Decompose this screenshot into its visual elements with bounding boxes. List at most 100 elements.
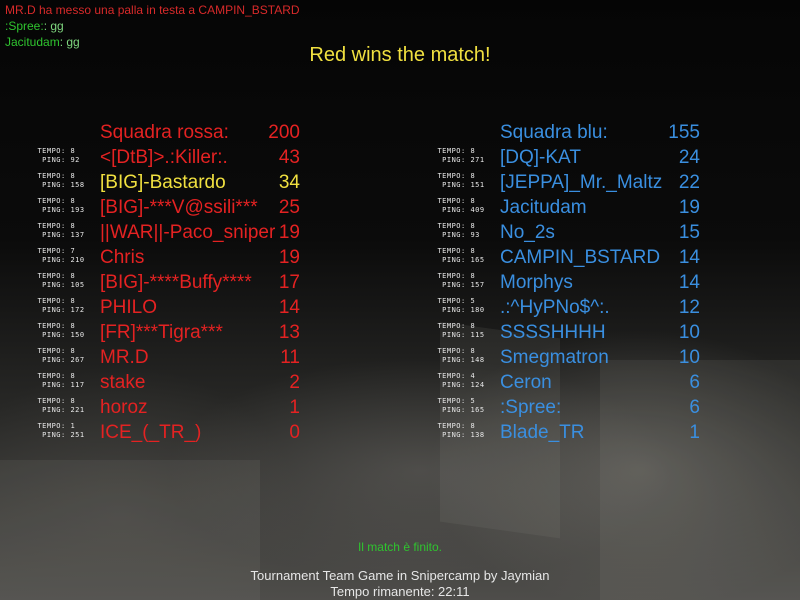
player-stats: TEMPO: 8 PING: 157	[428, 272, 485, 290]
time-label: TEMPO:	[437, 197, 466, 205]
time-value: 8	[470, 147, 476, 155]
time-label: TEMPO:	[437, 247, 466, 255]
ping-label: PING:	[442, 206, 466, 214]
player-time: TEMPO: 5	[428, 397, 485, 406]
player-stats: TEMPO: 8 PING: 148	[428, 347, 485, 365]
player-stats: TEMPO: 8 PING: 165	[428, 247, 485, 265]
player-ping: PING: 115	[428, 331, 485, 340]
time-value: 5	[470, 297, 476, 305]
player-score: 12	[678, 297, 700, 318]
ping-label: PING:	[442, 156, 466, 164]
time-value: 8	[470, 197, 476, 205]
ping-value: 180	[470, 306, 485, 314]
player-name: Blade_TR	[500, 422, 585, 443]
ping-value: 124	[470, 381, 485, 389]
ping-label: PING:	[442, 331, 466, 339]
time-label: TEMPO:	[437, 272, 466, 280]
player-name: .:^HyPNo$^:.	[500, 297, 610, 318]
player-score: 14	[678, 272, 700, 293]
ping-value: 157	[470, 281, 485, 289]
player-stats: TEMPO: 8 PING: 271	[428, 147, 485, 165]
ping-value: 165	[470, 256, 485, 264]
red-team-title: Squadra rossa:	[100, 122, 229, 143]
chat-sender: :Spree:	[5, 19, 44, 33]
player-row: TEMPO: 8 PING: 151 [JEPPA]_Mr._Maltz 22	[0, 171, 800, 196]
time-value: 4	[470, 372, 476, 380]
player-stats: TEMPO: 8 PING: 138	[428, 422, 485, 440]
player-time: TEMPO: 8	[428, 147, 485, 156]
player-stats: TEMPO: 5 PING: 180	[428, 297, 485, 315]
player-row: TEMPO: 5 PING: 180 .:^HyPNo$^:. 12	[0, 296, 800, 321]
player-name: Morphys	[500, 272, 573, 293]
chat-message: gg	[50, 19, 64, 33]
time-value: 8	[470, 322, 476, 330]
time-label: TEMPO:	[437, 297, 466, 305]
ping-value: 138	[470, 431, 485, 439]
player-ping: PING: 180	[428, 306, 485, 315]
player-name: CAMPIN_BSTARD	[500, 247, 661, 268]
red-team-header: Squadra rossa:	[100, 122, 229, 144]
player-time: TEMPO: 4	[428, 372, 485, 381]
player-ping: PING: 165	[428, 256, 485, 265]
player-name: No_2s	[500, 222, 555, 243]
player-row: TEMPO: 8 PING: 138 Blade_TR 1	[0, 421, 800, 446]
player-row: TEMPO: 5 PING: 165:Spree: 6	[0, 396, 800, 421]
time-label: TEMPO:	[437, 347, 466, 355]
player-score: 10	[678, 322, 700, 343]
time-label: TEMPO:	[437, 397, 466, 405]
player-stats: TEMPO: 4 PING: 124	[428, 372, 485, 390]
time-value: 8	[470, 272, 476, 280]
player-score: 15	[678, 222, 700, 243]
ping-value: 151	[470, 181, 485, 189]
ping-label: PING:	[442, 231, 466, 239]
player-time: TEMPO: 8	[428, 222, 480, 231]
player-name: SSSSHHHH	[500, 322, 606, 343]
blue-team-score: 155	[668, 122, 700, 143]
chat-line-kill: MR.D ha messo una palla in testa a CAMPI…	[5, 2, 300, 18]
ping-value: 165	[470, 406, 485, 414]
player-ping: PING: 93	[428, 231, 480, 240]
player-time: TEMPO: 5	[428, 297, 485, 306]
game-info: Tournament Team Game in Snipercamp by Ja…	[250, 568, 550, 583]
ping-label: PING:	[442, 406, 466, 414]
player-ping: PING: 138	[428, 431, 485, 440]
player-row: TEMPO: 8 PING: 93 No_2s 15	[0, 221, 800, 246]
player-time: TEMPO: 8	[428, 247, 485, 256]
time-value: 5	[470, 397, 476, 405]
player-time: TEMPO: 8	[428, 172, 485, 181]
player-score: 1	[689, 422, 700, 443]
player-row: TEMPO: 4 PING: 124 Ceron 6	[0, 371, 800, 396]
ping-label: PING:	[442, 356, 466, 364]
player-ping: PING: 271	[428, 156, 485, 165]
match-result-headline: Red wins the match!	[309, 44, 491, 66]
player-score: 6	[689, 372, 700, 393]
player-row: TEMPO: 8 PING: 115 SSSSHHHH 10	[0, 321, 800, 346]
time-label: TEMPO:	[437, 422, 466, 430]
player-time: TEMPO: 8	[428, 322, 485, 331]
player-name: Ceron	[500, 372, 552, 393]
time-label: TEMPO:	[437, 322, 466, 330]
player-time: TEMPO: 8	[428, 422, 485, 431]
player-ping: PING: 124	[428, 381, 485, 390]
ping-value: 148	[470, 356, 485, 364]
player-stats: TEMPO: 8 PING: 409	[428, 197, 485, 215]
player-score: 6	[689, 397, 700, 418]
player-time: TEMPO: 8	[428, 272, 485, 281]
player-row: TEMPO: 8 PING: 148 Smegmatron 10	[0, 346, 800, 371]
player-ping: PING: 157	[428, 281, 485, 290]
player-row: TEMPO: 8 PING: 271 [DQ]-KAT 24	[0, 146, 800, 171]
chat-line: :Spree:: gg	[5, 18, 64, 34]
player-ping: PING: 165	[428, 406, 485, 415]
ping-label: PING:	[442, 431, 466, 439]
ping-value: 115	[470, 331, 485, 339]
red-team-score: 200	[268, 122, 300, 143]
player-row: TEMPO: 8 PING: 157 Morphys 14	[0, 271, 800, 296]
player-name: [DQ]-KAT	[500, 147, 581, 168]
player-name: Smegmatron	[500, 347, 609, 368]
chat-text: MR.D ha messo una palla in testa a CAMPI…	[5, 3, 300, 17]
time-value: 8	[470, 347, 476, 355]
player-time: TEMPO: 8	[428, 197, 485, 206]
time-label: TEMPO:	[437, 222, 466, 230]
player-score: 24	[678, 147, 700, 168]
time-remaining: Tempo rimanente: 22:11	[330, 584, 470, 599]
